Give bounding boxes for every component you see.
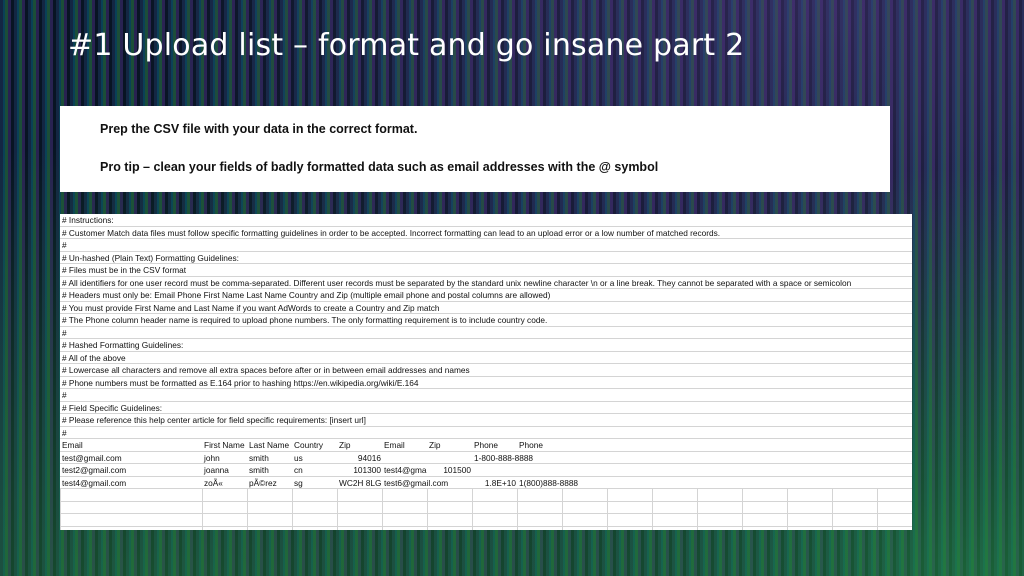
cell-email: test2@gmail.com — [62, 465, 127, 475]
cell-last-name: pÃ©rez — [249, 477, 277, 488]
table-row: test@gmail.com john smith us 94016 1-800… — [60, 451, 912, 465]
table-row: test2@gmail.com joanna smith cn 101300 t… — [60, 464, 912, 477]
tip-line-prep: Prep the CSV file with your data in the … — [100, 122, 418, 136]
instruction-text: # Customer Match data files must follow … — [62, 227, 721, 238]
cell-zip: 94016 — [357, 452, 381, 463]
instruction-text: # Hashed Formatting Guidelines: — [62, 340, 184, 350]
header-cell-first-name: First Name — [204, 440, 245, 450]
instruction-text: # The Phone column header name is requir… — [62, 315, 548, 325]
instruction-text: # — [62, 240, 67, 250]
instruction-row: # All identifiers for one user record mu… — [60, 276, 912, 289]
empty-row — [60, 489, 912, 502]
instruction-row: # — [60, 389, 912, 402]
instruction-row: # All of the above — [60, 351, 912, 364]
slide-title: #1 Upload list – format and go insane pa… — [68, 28, 745, 63]
instruction-row: # — [60, 426, 912, 439]
cell-zip-2: 101500 — [443, 465, 471, 475]
instruction-row: # — [60, 239, 912, 252]
instruction-row: # Instructions: — [60, 214, 912, 227]
cell-first-name: joanna — [204, 465, 229, 475]
header-cell-zip-2: Zip — [429, 440, 441, 450]
table-header-row: Email First Name Last Name Country Zip E… — [60, 439, 912, 452]
header-cell-country: Country — [294, 440, 324, 450]
instruction-text: # — [62, 427, 67, 438]
instruction-text: # Un-hashed (Plain Text) Formatting Guid… — [62, 252, 239, 263]
header-cell-phone-2: Phone — [519, 440, 543, 450]
instruction-row: # Phone numbers must be formatted as E.1… — [60, 376, 912, 389]
instruction-text: # Headers must only be: Email Phone Firs… — [62, 290, 551, 300]
instruction-text: # Field Specific Guidelines: — [62, 402, 163, 413]
tip-box: Prep the CSV file with your data in the … — [60, 106, 890, 192]
cell-phone-2: 1(800)888-8888 — [519, 477, 579, 488]
header-cell-phone: Phone — [474, 440, 498, 450]
header-cell-zip: Zip — [339, 440, 351, 450]
instruction-text: # All of the above — [62, 352, 126, 363]
tip-line-pro-tip: Pro tip – clean your fields of badly for… — [100, 160, 659, 174]
cell-phone: 1-800-888-8888 — [474, 452, 534, 463]
cell-last-name: smith — [249, 465, 269, 475]
instruction-text: # Instructions: — [62, 215, 114, 225]
instruction-row: # Un-hashed (Plain Text) Formatting Guid… — [60, 251, 912, 264]
cell-zip-2 — [429, 452, 471, 465]
cell-country: cn — [294, 465, 303, 475]
header-cell-last-name: Last Name — [249, 440, 290, 450]
instruction-row: # You must provide First Name and Last N… — [60, 301, 912, 314]
instruction-row: # Headers must only be: Email Phone Firs… — [60, 289, 912, 302]
instruction-text: # All identifiers for one user record mu… — [62, 277, 852, 288]
instruction-text: # Lowercase all characters and remove al… — [62, 365, 470, 375]
instruction-row: # — [60, 326, 912, 339]
instruction-row: # Files must be in the CSV format — [60, 264, 912, 277]
instruction-text: # Phone numbers must be formatted as E.1… — [62, 377, 419, 388]
cell-first-name: zoÃ« — [204, 477, 223, 488]
instruction-text: # — [62, 390, 67, 400]
spreadsheet-screenshot: # Instructions: # Customer Match data fi… — [60, 214, 912, 530]
table-row: test4@gmail.com zoÃ« pÃ©rez sg WC2H 8LG … — [60, 476, 912, 490]
cell-country: sg — [294, 477, 303, 488]
instruction-row: # Customer Match data files must follow … — [60, 226, 912, 239]
cell-zip: 101300 — [353, 465, 381, 475]
instruction-text: # Please reference this help center arti… — [62, 415, 366, 425]
cell-phone: 1.8E+10 — [484, 477, 516, 488]
cell-email: test@gmail.com — [62, 452, 122, 463]
cell-last-name: smith — [249, 452, 269, 463]
cell-country: us — [294, 452, 303, 463]
instruction-text: # — [62, 327, 67, 338]
header-cell-email: Email — [62, 440, 83, 450]
empty-row — [60, 514, 912, 527]
instruction-text: # Files must be in the CSV format — [62, 265, 187, 275]
cell-zip-2 — [429, 477, 471, 490]
instruction-row: # Lowercase all characters and remove al… — [60, 364, 912, 377]
empty-row — [60, 502, 912, 514]
instruction-row: # Field Specific Guidelines: — [60, 401, 912, 414]
instruction-text: # You must provide First Name and Last N… — [62, 302, 440, 313]
header-cell-email-2: Email — [384, 440, 405, 450]
instruction-row: # Please reference this help center arti… — [60, 414, 912, 427]
cell-email: test4@gmail.com — [62, 477, 127, 488]
instruction-row: # Hashed Formatting Guidelines: — [60, 339, 912, 352]
cell-zip: WC2H 8LG — [339, 477, 382, 488]
cell-email-2: test4@gma — [384, 465, 427, 475]
instruction-row: # The Phone column header name is requir… — [60, 314, 912, 327]
cell-first-name: john — [204, 452, 220, 463]
